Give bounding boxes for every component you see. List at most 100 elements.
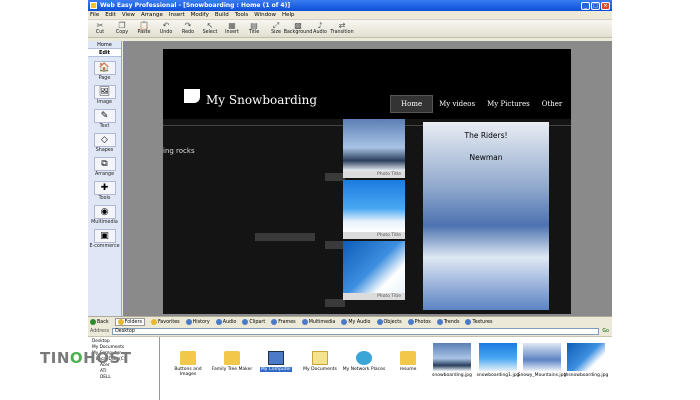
photo-3[interactable]: Photo Title — [343, 241, 405, 300]
browser-tab-label: Objects — [383, 319, 402, 325]
browser-tab-folders[interactable]: Folders — [114, 318, 145, 326]
web-page-design[interactable]: My Snowboarding Home My videos My Pictur… — [163, 49, 571, 323]
menu-help[interactable]: Help — [282, 12, 295, 18]
text-box-bar — [325, 299, 345, 307]
panel-item-label: Text — [99, 124, 110, 129]
browser-tab-favorites[interactable]: Favorites — [150, 319, 180, 325]
my-audio-icon — [341, 319, 348, 325]
snowboard-photo-image — [343, 241, 405, 293]
background-icon: ▩ — [294, 21, 302, 30]
menu-window[interactable]: Window — [254, 12, 276, 18]
cut-button[interactable]: ✂ Cut — [90, 21, 110, 35]
folder-tree: Desktop My Documents My Computer Local Disk… — [88, 337, 160, 400]
text-icon: ✎ — [93, 109, 116, 123]
toolbar-label: Copy — [115, 30, 129, 35]
file-item[interactable]: Family Tree Maker — [210, 343, 254, 372]
photo-2[interactable]: Photo Title — [343, 180, 405, 239]
browser-tab-clipart[interactable]: Clipart — [242, 319, 265, 325]
text-box-bar — [325, 241, 345, 249]
file-list: Buttons and Images Family Tree Maker My Co… — [160, 337, 612, 400]
photo-caption: Photo Title — [343, 293, 405, 300]
maximize-button[interactable]: □ — [591, 1, 600, 10]
close-button[interactable]: × — [601, 1, 610, 10]
panel-item-page[interactable]: 🏠 Page — [88, 61, 121, 81]
go-button[interactable]: Go — [602, 329, 609, 334]
browser-tab-my-audio[interactable]: My Audio — [341, 319, 371, 325]
menu-edit[interactable]: Edit — [105, 12, 116, 18]
panel-item-shapes[interactable]: ◇ Shapes — [88, 133, 121, 153]
audio-button[interactable]: ♪ Audio — [310, 21, 330, 35]
watermark: TINOHOST — [40, 349, 132, 367]
transition-button[interactable]: ⇄ Transition — [330, 21, 353, 35]
paste-button[interactable]: 📋 Paste — [134, 21, 154, 35]
file-item[interactable]: My Network Places — [342, 343, 386, 372]
menu-build[interactable]: Build — [215, 12, 229, 18]
browser-tab-photos[interactable]: Photos — [407, 319, 431, 325]
folder-icon — [180, 351, 196, 365]
browser-tab-label: Trends — [443, 319, 460, 325]
panel-item-e-commerce[interactable]: ▣ E-commerce — [88, 229, 121, 249]
file-item[interactable]: My Documents — [298, 343, 342, 372]
browser-tab-multimedia[interactable]: Multimedia — [301, 319, 335, 325]
menu-tools[interactable]: Tools — [235, 12, 249, 18]
browser-tab-label: Photos — [414, 319, 431, 325]
panel-item-label: Tools — [98, 196, 111, 201]
site-tagline[interactable]: ing rocks — [163, 147, 195, 155]
menu-arrange[interactable]: Arrange — [141, 12, 163, 18]
browser-tab-objects[interactable]: Objects — [376, 319, 402, 325]
browser-tab-label: Audio — [222, 319, 237, 325]
file-item[interactable]: Snowy_Mountains.jpg — [518, 343, 566, 378]
nav-home[interactable]: Home — [390, 95, 434, 113]
panel-item-arrange[interactable]: ⧉ Arrange — [88, 157, 121, 177]
panel-item-tools[interactable]: ✚ Tools — [88, 181, 121, 201]
panel-item-image[interactable]: 🖼 Image — [88, 85, 121, 105]
panel-item-multimedia[interactable]: ◉ Multimedia — [88, 205, 121, 225]
toolbar-label: Title — [248, 30, 260, 35]
browser-tab-textures[interactable]: Textures — [465, 319, 493, 325]
tab-edit[interactable]: Edit — [88, 49, 121, 57]
browser-tab-label: Folders — [124, 319, 142, 325]
file-item[interactable]: Buttons and Images — [166, 343, 210, 377]
file-item[interactable]: resume — [386, 343, 430, 372]
menu-view[interactable]: View — [122, 12, 135, 18]
feature-name[interactable]: Newman — [423, 153, 549, 162]
tab-home[interactable]: Home — [88, 41, 121, 49]
nav-my-videos[interactable]: My videos — [433, 96, 481, 112]
undo-button[interactable]: ↶ Undo — [156, 21, 176, 35]
toolbar-label: Audio — [313, 30, 327, 35]
panel-item-text[interactable]: ✎ Text — [88, 109, 121, 129]
minimize-button[interactable]: _ — [581, 1, 590, 10]
background-button[interactable]: ▩ Background — [284, 21, 313, 35]
panel-item-label: Arrange — [94, 172, 115, 177]
menu-file[interactable]: File — [90, 12, 99, 18]
toolbar-label: Undo — [159, 30, 173, 35]
photo-1[interactable]: Photo Title — [343, 119, 405, 178]
menu-insert[interactable]: Insert — [169, 12, 185, 18]
browser-tab-audio[interactable]: Audio — [215, 319, 237, 325]
menu-modify[interactable]: Modify — [191, 12, 209, 18]
copy-button[interactable]: ❐ Copy — [112, 21, 132, 35]
address-input[interactable]: Desktop — [112, 328, 600, 335]
site-title[interactable]: My Snowboarding — [206, 93, 317, 107]
text-box-bar — [325, 173, 345, 181]
select-button[interactable]: ↖ Select — [200, 21, 220, 35]
file-item[interactable]: snowboarding.jpg — [430, 343, 474, 378]
insert-button[interactable]: ▦ Insert — [222, 21, 242, 35]
page-icon: 🏠 — [93, 61, 116, 75]
feature-title[interactable]: The Riders! — [423, 131, 549, 140]
nav-my-pictures[interactable]: My Pictures — [481, 96, 536, 112]
nav-other[interactable]: Other — [536, 96, 569, 112]
browser-tab-trends[interactable]: Trends — [436, 319, 460, 325]
feature-photo[interactable]: The Riders! Newman — [423, 122, 549, 310]
browser-tab-history[interactable]: History — [185, 319, 210, 325]
file-item[interactable]: thsnowboarding.jpg — [564, 343, 608, 378]
file-item[interactable]: snowboarding1.jpg — [476, 343, 520, 378]
redo-button[interactable]: ↷ Redo — [178, 21, 198, 35]
snowboard-photo-image — [343, 180, 405, 232]
browser-tab-back[interactable]: Back — [90, 319, 109, 325]
title-button[interactable]: ▤ Title — [244, 21, 264, 35]
tree-item-dell[interactable]: DELL — [90, 375, 157, 381]
file-name: Buttons and Images — [174, 367, 202, 377]
file-item[interactable]: My Computer — [254, 343, 298, 372]
browser-tab-frames[interactable]: Frames — [271, 319, 296, 325]
